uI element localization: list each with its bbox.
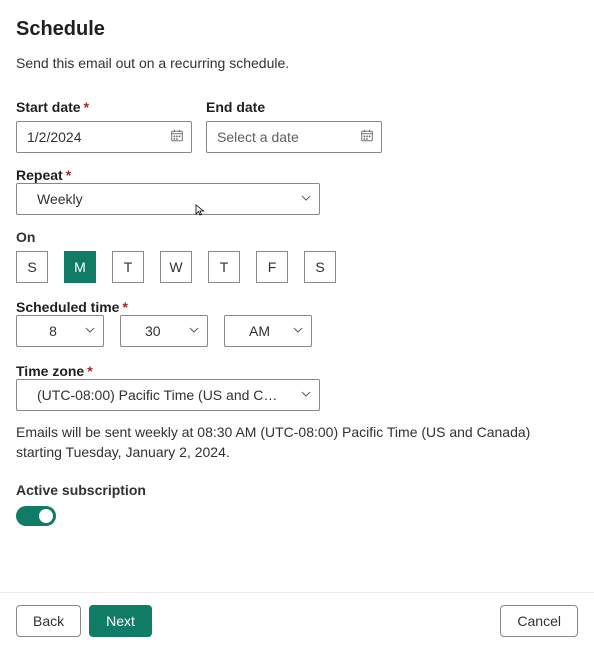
required-asterisk: *: [84, 99, 89, 115]
cancel-button[interactable]: Cancel: [500, 605, 578, 637]
scheduled-time-label-text: Scheduled time: [16, 299, 119, 315]
start-date-label-text: Start date: [16, 99, 81, 115]
next-button[interactable]: Next: [89, 605, 152, 637]
day-monday[interactable]: M: [64, 251, 96, 283]
schedule-summary: Emails will be sent weekly at 08:30 AM (…: [16, 423, 578, 462]
required-asterisk: *: [122, 299, 127, 315]
start-date-label: Start date*: [16, 99, 192, 115]
day-picker: S M T W T F S: [16, 251, 578, 283]
required-asterisk: *: [66, 167, 71, 183]
ampm-select[interactable]: AM: [224, 315, 312, 347]
day-friday[interactable]: F: [256, 251, 288, 283]
toggle-thumb: [39, 509, 53, 523]
day-wednesday[interactable]: W: [160, 251, 192, 283]
end-date-label: End date: [206, 99, 382, 115]
minute-select[interactable]: 30: [120, 315, 208, 347]
active-subscription-toggle[interactable]: [16, 506, 56, 526]
required-asterisk: *: [87, 363, 92, 379]
on-label: On: [16, 229, 578, 245]
repeat-label: Repeat*: [16, 167, 71, 183]
repeat-select[interactable]: Weekly: [16, 183, 320, 215]
timezone-label-text: Time zone: [16, 363, 84, 379]
page-subtitle: Send this email out on a recurring sched…: [16, 55, 578, 71]
timezone-label: Time zone*: [16, 363, 93, 379]
back-button[interactable]: Back: [16, 605, 81, 637]
end-date-input[interactable]: [206, 121, 382, 153]
start-date-input[interactable]: [16, 121, 192, 153]
footer: Back Next Cancel: [0, 592, 594, 649]
timezone-select[interactable]: (UTC-08:00) Pacific Time (US and Canada): [16, 379, 320, 411]
scheduled-time-label: Scheduled time*: [16, 299, 128, 315]
active-subscription-label: Active subscription: [16, 482, 578, 498]
day-tuesday[interactable]: T: [112, 251, 144, 283]
day-sunday[interactable]: S: [16, 251, 48, 283]
repeat-label-text: Repeat: [16, 167, 63, 183]
day-thursday[interactable]: T: [208, 251, 240, 283]
day-saturday[interactable]: S: [304, 251, 336, 283]
hour-select[interactable]: 8: [16, 315, 104, 347]
page-title: Schedule: [16, 18, 578, 41]
